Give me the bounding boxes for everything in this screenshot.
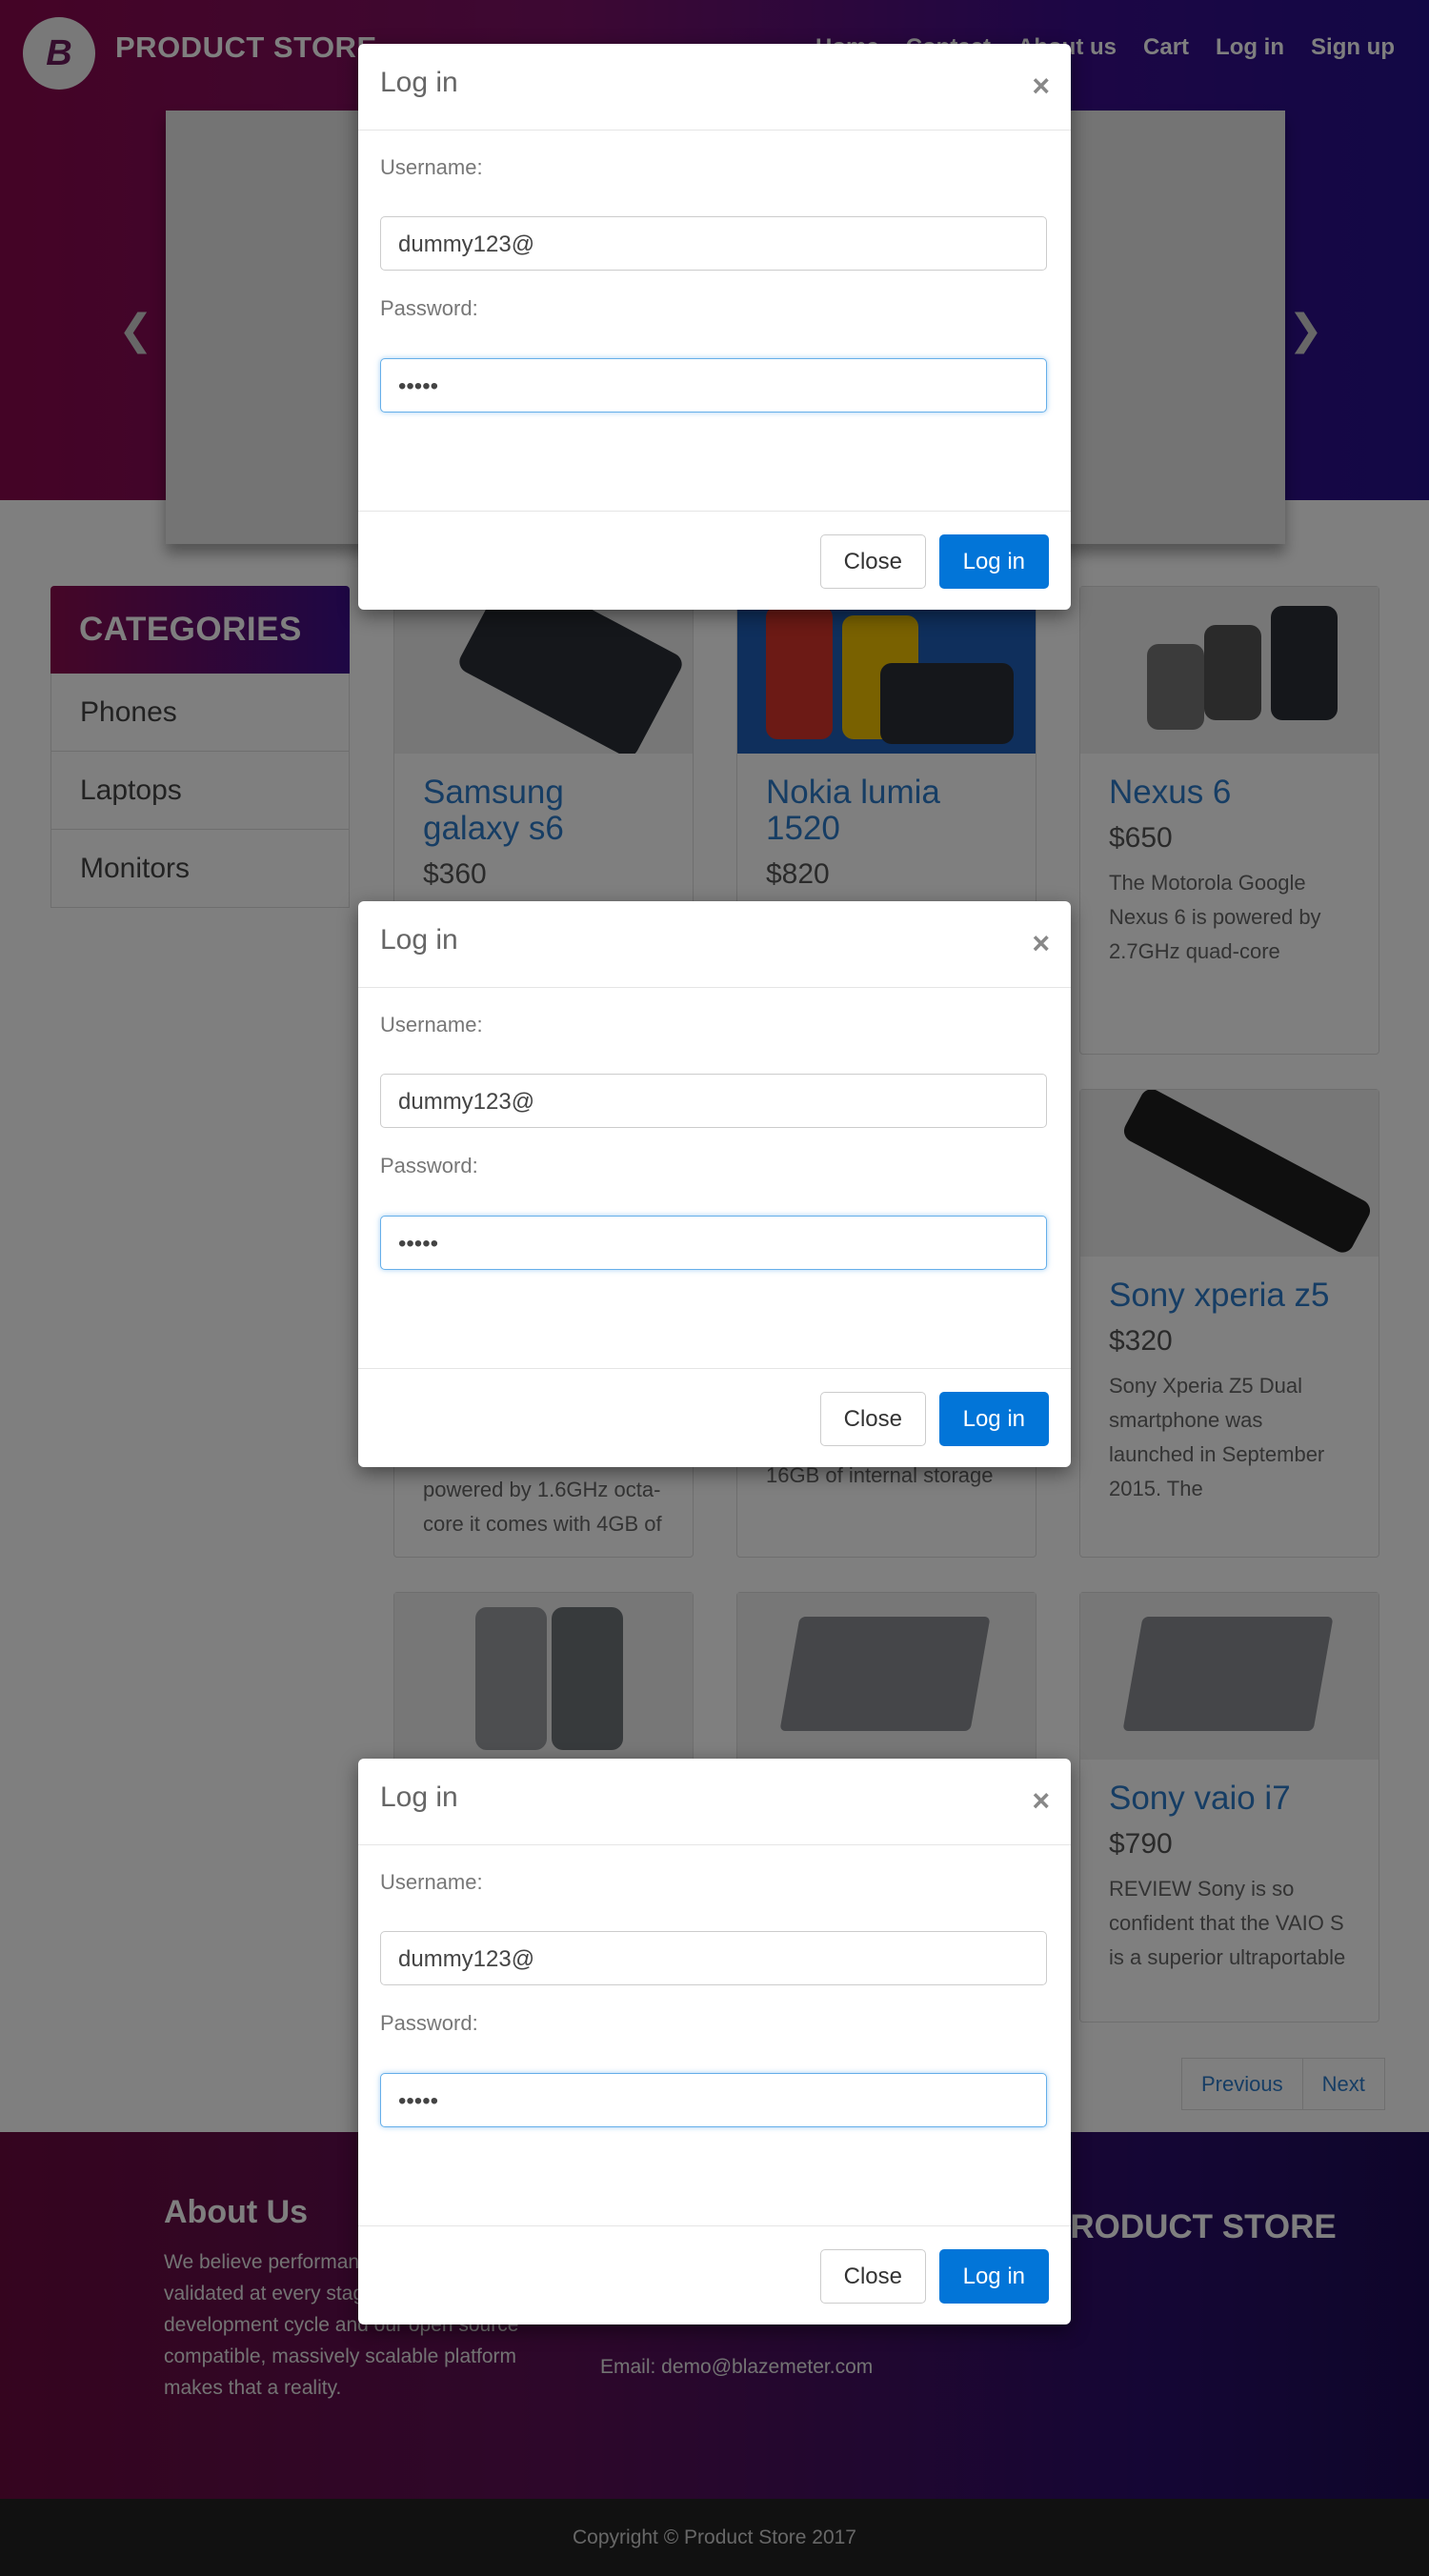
- login-modal: Log in × Username: dummy123@ Password: •…: [358, 901, 1071, 1467]
- modal-title: Log in: [380, 924, 458, 956]
- username-field[interactable]: dummy123@: [380, 1931, 1047, 1985]
- login-button[interactable]: Log in: [938, 1392, 1049, 1446]
- username-label: Username:: [380, 1013, 483, 1036]
- password-field[interactable]: •••••: [380, 1216, 1047, 1270]
- login-modal: Log in × Username: dummy123@ Password: •…: [358, 1759, 1071, 2324]
- login-button[interactable]: Log in: [938, 534, 1049, 589]
- username-label: Username:: [380, 155, 483, 179]
- modal-title: Log in: [380, 1781, 458, 1813]
- password-label: Password:: [380, 2011, 478, 2035]
- username-field[interactable]: dummy123@: [380, 216, 1047, 271]
- close-icon[interactable]: ×: [1032, 926, 1050, 961]
- password-field[interactable]: •••••: [380, 358, 1047, 413]
- login-button[interactable]: Log in: [938, 2249, 1049, 2304]
- close-button[interactable]: Close: [819, 534, 926, 589]
- username-label: Username:: [380, 1870, 483, 1894]
- password-label: Password:: [380, 1154, 478, 1177]
- username-field[interactable]: dummy123@: [380, 1074, 1047, 1128]
- close-icon[interactable]: ×: [1032, 1783, 1050, 1819]
- password-field[interactable]: •••••: [380, 2073, 1047, 2127]
- close-button[interactable]: Close: [819, 1392, 926, 1446]
- modal-title: Log in: [380, 67, 458, 98]
- close-icon[interactable]: ×: [1032, 69, 1050, 104]
- login-modal: Log in × Username: dummy123@ Password: •…: [358, 44, 1071, 610]
- close-button[interactable]: Close: [819, 2249, 926, 2304]
- password-label: Password:: [380, 296, 478, 320]
